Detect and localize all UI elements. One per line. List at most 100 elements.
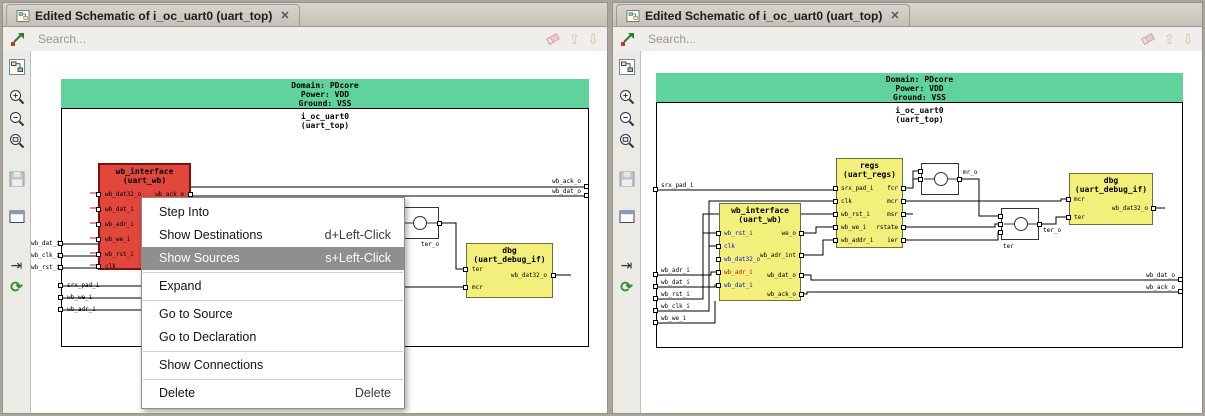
port-square[interactable]	[96, 192, 101, 197]
port-square[interactable]	[833, 212, 838, 217]
tab-close-icon[interactable]: ✕	[280, 9, 289, 22]
zoom-out-icon[interactable]	[616, 108, 638, 130]
pin-square[interactable]	[653, 308, 658, 313]
port-square[interactable]	[918, 177, 923, 182]
window-icon[interactable]	[6, 206, 28, 228]
pin-square[interactable]	[1178, 289, 1183, 294]
port-square[interactable]	[901, 238, 906, 243]
port-square[interactable]	[463, 267, 468, 272]
pin-square[interactable]	[58, 307, 63, 312]
schematic-view-icon[interactable]	[6, 56, 28, 78]
menu-item-show-connections[interactable]: Show Connections	[142, 354, 404, 377]
tab-edited-schematic-right[interactable]: Edited Schematic of i_oc_uart0 (uart_top…	[616, 4, 910, 26]
port-square[interactable]	[901, 212, 906, 217]
trace-driver-icon[interactable]: ⇥	[616, 254, 638, 276]
port-square[interactable]	[799, 273, 804, 278]
zoom-in-icon[interactable]	[6, 86, 28, 108]
port-square[interactable]	[437, 221, 442, 226]
search-previous-icon[interactable]: ⇧	[1164, 32, 1176, 46]
port-square[interactable]	[799, 292, 804, 297]
zoom-fit-icon[interactable]	[616, 130, 638, 152]
block-regs[interactable]: regs (uart_regs) srx_pad_i clk wb_rst_i w…	[833, 158, 906, 248]
block-wb-interface[interactable]: wb_interface (uart_wb) wb_rst_i clk wb_da…	[716, 203, 804, 301]
port-square[interactable]	[716, 244, 721, 249]
pin-square[interactable]	[1178, 277, 1183, 282]
menu-item-go-to-declaration[interactable]: Go to Declaration	[142, 326, 404, 349]
pin-square[interactable]	[584, 184, 589, 189]
eraser-icon[interactable]	[1139, 30, 1157, 48]
port-square[interactable]	[833, 238, 838, 243]
schematic-view-icon[interactable]	[616, 56, 638, 78]
signal-trace-icon[interactable]	[616, 28, 640, 50]
port-square[interactable]	[716, 283, 721, 288]
menu-item-step-into[interactable]: Step Into	[142, 201, 404, 224]
port-square[interactable]	[833, 186, 838, 191]
pin-square[interactable]	[58, 295, 63, 300]
search-previous-icon[interactable]: ⇧	[569, 32, 581, 46]
search-input[interactable]	[646, 31, 1133, 47]
save-icon[interactable]	[616, 168, 638, 190]
zoom-in-icon[interactable]	[616, 86, 638, 108]
port-square[interactable]	[998, 222, 1003, 227]
block-dbg[interactable]: dbg (uart_debug_if) ter mcr wb_dat32_o	[463, 243, 556, 298]
domain-header: Domain: PDcore Power: VDD Ground: VSS	[656, 73, 1183, 103]
pin-square[interactable]	[58, 283, 63, 288]
save-icon[interactable]	[6, 168, 28, 190]
gate-symbol[interactable]	[396, 207, 442, 239]
gate-symbol[interactable]	[998, 208, 1042, 240]
pin-square[interactable]	[653, 272, 658, 277]
pin-square[interactable]	[653, 320, 658, 325]
reload-icon[interactable]: ⟳	[6, 276, 28, 298]
port-square[interactable]	[998, 230, 1003, 235]
port-square[interactable]	[833, 199, 838, 204]
menu-item-expand[interactable]: Expand	[142, 275, 404, 298]
port-square[interactable]	[551, 273, 556, 278]
menu-item-show-sources[interactable]: Show Sources s+Left-Click	[142, 247, 404, 270]
eraser-icon[interactable]	[544, 30, 562, 48]
port-square[interactable]	[716, 231, 721, 236]
search-next-icon[interactable]: ⇩	[1182, 32, 1194, 46]
port-square[interactable]	[1066, 215, 1071, 220]
menu-item-delete[interactable]: Delete Delete	[142, 382, 404, 405]
search-input[interactable]	[36, 31, 538, 47]
port-square[interactable]	[96, 207, 101, 212]
pin-square[interactable]	[653, 284, 658, 289]
block-dbg[interactable]: dbg (uart_debug_if) mcr ter wb_dat32_o	[1066, 173, 1156, 225]
port-square[interactable]	[1066, 197, 1071, 202]
port-square[interactable]	[901, 199, 906, 204]
reload-icon[interactable]: ⟳	[616, 276, 638, 298]
menu-item-show-destinations[interactable]: Show Destinations d+Left-Click	[142, 224, 404, 247]
port-square[interactable]	[957, 177, 962, 182]
tab-edited-schematic-left[interactable]: Edited Schematic of i_oc_uart0 (uart_top…	[6, 4, 300, 26]
pin-square[interactable]	[653, 296, 658, 301]
trace-driver-icon[interactable]: ⇥	[6, 254, 28, 276]
port-square[interactable]	[96, 237, 101, 242]
port-square[interactable]	[901, 186, 906, 191]
port-square[interactable]	[1037, 222, 1042, 227]
port-square[interactable]	[1151, 206, 1156, 211]
zoom-fit-icon[interactable]	[6, 130, 28, 152]
tab-close-icon[interactable]: ✕	[890, 9, 899, 22]
signal-trace-icon[interactable]	[6, 28, 30, 50]
pin-square[interactable]	[653, 187, 658, 192]
port-square[interactable]	[901, 225, 906, 230]
menu-item-go-to-source[interactable]: Go to Source	[142, 303, 404, 326]
port-square[interactable]	[463, 285, 468, 290]
zoom-out-icon[interactable]	[6, 108, 28, 130]
port-square[interactable]	[799, 253, 804, 258]
port-square[interactable]	[998, 214, 1003, 219]
port-square[interactable]	[799, 231, 804, 236]
schematic-canvas-left[interactable]: Domain: PDcore Power: VDD Ground: VSS i_…	[31, 51, 607, 413]
port-square[interactable]	[716, 270, 721, 275]
gate-symbol[interactable]	[918, 163, 962, 195]
port-square[interactable]	[96, 252, 101, 257]
port-square[interactable]	[833, 225, 838, 230]
pin-square[interactable]	[584, 193, 589, 198]
port-square[interactable]	[96, 222, 101, 227]
port-square[interactable]	[716, 257, 721, 262]
window-icon[interactable]	[616, 206, 638, 228]
schematic-canvas-right[interactable]: Domain: PDcore Power: VDD Ground: VSS i_…	[641, 51, 1202, 413]
search-next-icon[interactable]: ⇩	[587, 32, 599, 46]
port-square[interactable]	[918, 169, 923, 174]
port-square[interactable]	[96, 264, 101, 269]
